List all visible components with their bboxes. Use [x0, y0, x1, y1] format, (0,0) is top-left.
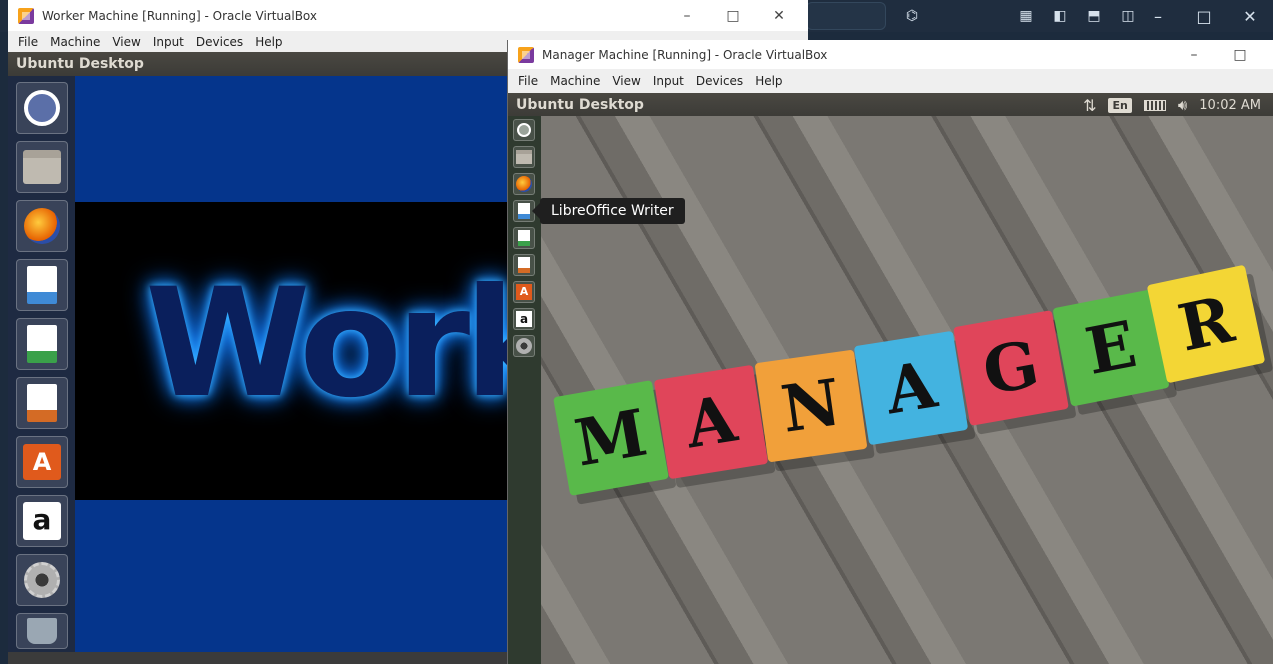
virtualbox-icon	[18, 7, 34, 24]
ubuntu-dash-icon	[517, 123, 531, 137]
worker-launcher-firefox[interactable]	[16, 200, 68, 252]
virtualbox-icon	[518, 46, 534, 63]
worker-menu-machine[interactable]: Machine	[44, 35, 106, 49]
worker-menu-help[interactable]: Help	[249, 35, 288, 49]
manager-menu-input[interactable]: Input	[647, 74, 690, 88]
worker-launcher-amazon[interactable]: a	[16, 495, 68, 547]
worker-launcher-calc[interactable]	[16, 318, 68, 370]
host-search-box[interactable]	[806, 2, 886, 30]
keyboard-layout-indicator[interactable]: En	[1108, 97, 1132, 113]
battery-icon[interactable]	[1143, 99, 1166, 111]
libreoffice-writer-icon	[27, 266, 57, 304]
libreoffice-impress-icon	[518, 257, 530, 273]
libreoffice-impress-icon	[27, 384, 57, 422]
files-icon	[516, 150, 532, 164]
libreoffice-calc-icon	[518, 230, 530, 246]
manager-launcher-settings[interactable]	[513, 335, 535, 357]
manager-ubuntu-top-panel: Ubuntu Desktop ⇅ En 🔊︎ 10:02 AM	[508, 93, 1273, 117]
worker-menu-file[interactable]: File	[12, 35, 44, 49]
cube-r: R	[1146, 264, 1266, 384]
manager-launcher-dash[interactable]	[513, 119, 535, 141]
libreoffice-calc-icon	[27, 325, 57, 363]
tooltip-text: LibreOffice Writer	[551, 203, 674, 219]
manager-launcher-amazon[interactable]: a	[513, 308, 535, 330]
network-icon[interactable]: ⇅	[1083, 96, 1096, 115]
cube-n: N	[754, 349, 868, 463]
manager-launcher-impress[interactable]	[513, 254, 535, 276]
worker-titlebar[interactable]: Worker Machine [Running] - Oracle Virtua…	[8, 0, 808, 31]
system-settings-icon	[516, 338, 532, 354]
panel-bottom-icon[interactable]: ⬒	[1082, 6, 1106, 26]
ubuntu-software-icon: A	[23, 444, 61, 480]
worker-launcher-settings[interactable]	[16, 554, 68, 606]
host-tray-icons: ⌬	[900, 0, 934, 32]
worker-menu-view[interactable]: View	[106, 35, 146, 49]
cube-g: G	[953, 310, 1069, 426]
manager-menubar: File Machine View Input Devices Help	[508, 69, 1273, 93]
manager-launcher-firefox[interactable]	[513, 173, 535, 195]
files-icon	[23, 150, 61, 184]
ubuntu-software-icon: A	[516, 284, 532, 300]
manager-launcher: A a	[508, 116, 541, 664]
host-close-button[interactable]: ✕	[1227, 7, 1273, 26]
firefox-icon	[516, 176, 532, 192]
amazon-icon: a	[516, 311, 532, 327]
cube-m: M	[553, 380, 669, 496]
clock[interactable]: 10:02 AM	[1199, 98, 1261, 113]
worker-launcher: A a	[8, 76, 75, 652]
worker-launcher-software[interactable]: A	[16, 436, 68, 488]
firefox-icon	[24, 208, 60, 244]
manager-minimize-button[interactable]: –	[1171, 47, 1217, 63]
cube-a1: A	[653, 364, 769, 480]
manager-menu-file[interactable]: File	[512, 74, 544, 88]
host-layout-icons: ▦ ◧ ⬒ ◫	[1014, 0, 1150, 32]
worker-minimize-button[interactable]: –	[664, 8, 710, 24]
system-settings-icon	[24, 562, 60, 598]
manager-window-title: Manager Machine [Running] - Oracle Virtu…	[542, 47, 828, 62]
libreoffice-writer-icon	[518, 203, 530, 219]
manager-menu-view[interactable]: View	[606, 74, 646, 88]
host-restore-button[interactable]: □	[1181, 7, 1227, 26]
worker-launcher-trash[interactable]	[16, 613, 68, 649]
host-minimize-button[interactable]: –	[1135, 7, 1181, 26]
keyboard-layout-label: En	[1108, 97, 1132, 113]
copilot-icon[interactable]: ⌬	[900, 6, 924, 26]
worker-menu-input[interactable]: Input	[147, 35, 190, 49]
sidebar-left-icon[interactable]: ◧	[1048, 6, 1072, 26]
snap-layout-icon[interactable]: ▦	[1014, 6, 1038, 26]
worker-menu-devices[interactable]: Devices	[190, 35, 249, 49]
manager-launcher-files[interactable]	[513, 146, 535, 168]
worker-window-title: Worker Machine [Running] - Oracle Virtua…	[42, 8, 318, 23]
manager-maximize-button[interactable]: □	[1217, 47, 1263, 63]
cube-a2: A	[853, 330, 969, 446]
worker-launcher-writer[interactable]	[16, 259, 68, 311]
manager-launcher-calc[interactable]	[513, 227, 535, 249]
manager-vm-window[interactable]: Manager Machine [Running] - Oracle Virtu…	[507, 40, 1273, 664]
manager-menu-machine[interactable]: Machine	[544, 74, 606, 88]
trash-icon	[27, 618, 57, 644]
launcher-tooltip: LibreOffice Writer	[532, 198, 685, 224]
manager-menu-help[interactable]: Help	[749, 74, 788, 88]
manager-titlebar[interactable]: Manager Machine [Running] - Oracle Virtu…	[508, 40, 1273, 69]
worker-wallpaper-text: Work	[145, 257, 564, 431]
worker-launcher-impress[interactable]	[16, 377, 68, 429]
worker-launcher-dash[interactable]	[16, 82, 68, 134]
manager-menu-devices[interactable]: Devices	[690, 74, 749, 88]
ubuntu-dash-icon	[24, 90, 60, 126]
worker-maximize-button[interactable]: □	[710, 8, 756, 24]
volume-icon[interactable]: 🔊︎	[1178, 96, 1187, 114]
worker-panel-title: Ubuntu Desktop	[16, 56, 144, 72]
worker-close-button[interactable]: ✕	[756, 8, 802, 24]
host-window-controls: – □ ✕	[1135, 0, 1273, 32]
worker-launcher-files[interactable]	[16, 141, 68, 193]
manager-panel-title: Ubuntu Desktop	[516, 97, 644, 113]
manager-launcher-software[interactable]: A	[513, 281, 535, 303]
amazon-icon: a	[23, 502, 61, 540]
manager-status-area: ⇅ En 🔊︎ 10:02 AM	[1083, 93, 1273, 117]
